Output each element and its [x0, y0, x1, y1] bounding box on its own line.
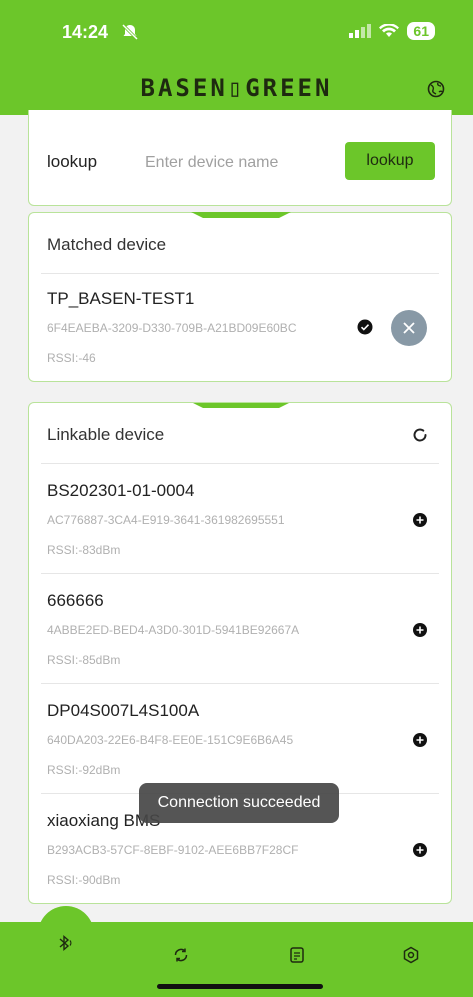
battery-level: 61 — [407, 22, 435, 40]
connected-check-icon — [357, 319, 373, 335]
matched-device-card: Matched device TP_BASEN-TEST1 6F4EAEBA-3… — [28, 212, 452, 382]
card-tab-indicator — [191, 403, 291, 408]
status-indicators: 61 — [349, 22, 435, 40]
device-name: BS202301-01-0004 — [47, 481, 195, 500]
device-name: TP_BASEN-TEST1 — [47, 289, 195, 308]
matched-device-title: Matched device — [47, 235, 167, 254]
language-globe-icon[interactable] — [427, 80, 445, 98]
device-rssi: RSSI:-83dBm — [47, 543, 121, 557]
add-device-icon[interactable] — [413, 843, 427, 857]
document-icon[interactable] — [288, 946, 306, 964]
app-header: 14:24 61 BASEN▯GREEN — [0, 0, 473, 115]
brand-logo: BASEN▯GREEN — [140, 74, 333, 102]
add-device-icon[interactable] — [413, 623, 427, 637]
device-name-input[interactable] — [145, 148, 345, 178]
add-device-icon[interactable] — [413, 733, 427, 747]
wifi-icon — [379, 24, 400, 37]
sync-icon[interactable] — [172, 946, 190, 964]
lookup-label: lookup — [47, 152, 98, 171]
disconnect-close-icon[interactable] — [391, 310, 427, 346]
lookup-card: lookup lookup — [28, 110, 452, 206]
lookup-button[interactable]: lookup — [345, 142, 435, 180]
bell-off-icon — [121, 23, 139, 41]
device-rssi: RSSI:-90dBm — [47, 873, 121, 887]
linkable-device-item[interactable]: DP04S007L4S100A 640DA203-22E6-B4F8-EE0E-… — [41, 683, 439, 793]
linkable-device-item[interactable]: 666666 4ABBE2ED-BED4-A3D0-301D-5941BE926… — [41, 573, 439, 683]
device-name: DP04S007L4S100A — [47, 701, 200, 720]
device-rssi: RSSI:-85dBm — [47, 653, 121, 667]
connection-toast: Connection succeeded — [139, 783, 339, 823]
home-indicator — [157, 984, 323, 989]
status-time: 14:24 — [62, 22, 109, 42]
linkable-device-title: Linkable device — [47, 425, 165, 444]
device-uuid: 640DA203-22E6-B4F8-EE0E-151C9E6B6A45 — [47, 733, 294, 747]
settings-icon[interactable] — [402, 946, 420, 964]
linkable-device-card: Linkable device BS202301-01-0004 AC77688… — [28, 402, 452, 904]
device-rssi: RSSI:-92dBm — [47, 763, 121, 777]
matched-device-item[interactable]: TP_BASEN-TEST1 6F4EAEBA-3209-D330-709B-A… — [41, 273, 439, 383]
device-rssi: RSSI:-46 — [47, 351, 96, 365]
add-device-icon[interactable] — [413, 513, 427, 527]
device-uuid: B293ACB3-57CF-8EBF-9102-AEE6BB7F28CF — [47, 843, 299, 857]
device-uuid: 4ABBE2ED-BED4-A3D0-301D-5941BE92667A — [47, 623, 300, 637]
card-tab-indicator — [191, 212, 291, 218]
device-uuid: AC776887-3CA4-E919-3641-361982695551 — [47, 513, 285, 527]
device-name: 666666 — [47, 591, 104, 610]
signal-icon — [349, 24, 372, 38]
device-uuid: 6F4EAEBA-3209-D330-709B-A21BD09E60BC — [47, 321, 297, 335]
bluetooth-icon[interactable] — [56, 934, 74, 952]
linkable-device-item[interactable]: BS202301-01-0004 AC776887-3CA4-E919-3641… — [41, 463, 439, 573]
refresh-icon[interactable] — [411, 427, 429, 445]
